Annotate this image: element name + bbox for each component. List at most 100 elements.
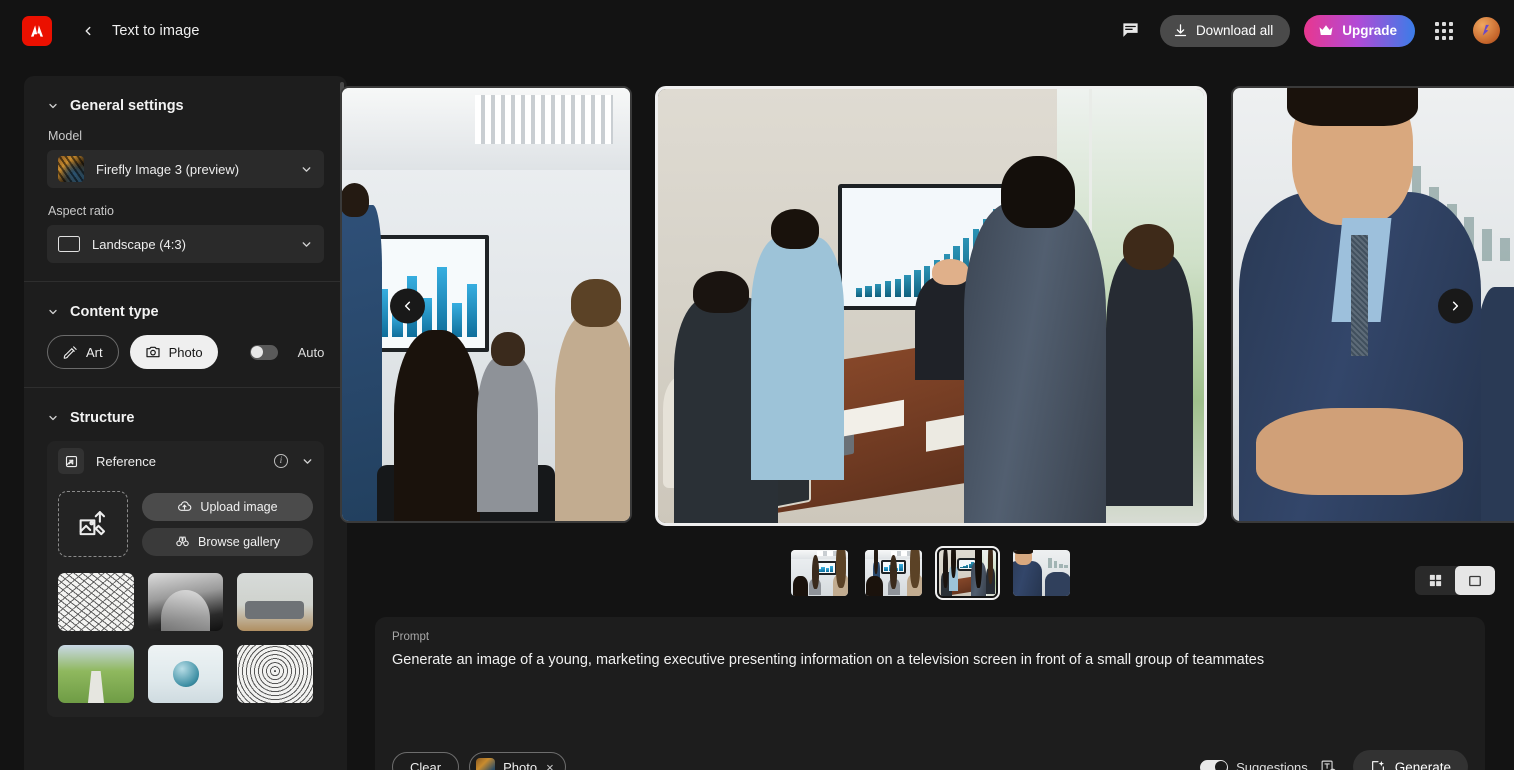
chevron-down-icon xyxy=(47,306,59,318)
brush-icon xyxy=(63,345,77,359)
text-check-icon[interactable] xyxy=(1320,759,1337,770)
reference-actions: i xyxy=(274,454,313,468)
upload-image-label: Upload image xyxy=(200,499,278,514)
reference-thumbnail-owl-line-art[interactable] xyxy=(237,645,313,703)
download-icon xyxy=(1174,24,1187,37)
chevron-down-icon xyxy=(47,100,59,112)
sidebar-scroll-area[interactable]: General settings Model Firefly Image 3 (… xyxy=(24,76,347,770)
reference-row[interactable]: Reference i xyxy=(47,441,324,481)
top-bar: Text to image Download all Upgrade xyxy=(0,0,1514,61)
carousel-previous-button[interactable] xyxy=(390,288,425,324)
info-icon[interactable]: i xyxy=(274,454,288,468)
prompt-actions: Clear Photo × Suggestions Generate xyxy=(392,750,1468,770)
clear-label: Clear xyxy=(410,759,442,770)
prompt-panel: Prompt Generate an image of a young, mar… xyxy=(375,617,1485,770)
content-type-header[interactable]: Content type xyxy=(47,304,324,320)
toggle-knob xyxy=(1214,761,1227,770)
top-bar-actions: Download all Upgrade xyxy=(1116,14,1500,47)
general-settings-section: General settings Model Firefly Image 3 (… xyxy=(24,76,347,281)
binoculars-icon xyxy=(176,536,189,547)
browse-gallery-label: Browse gallery xyxy=(198,534,280,549)
general-settings-title: General settings xyxy=(70,98,184,114)
single-view-button[interactable] xyxy=(1455,566,1495,595)
style-chip-photo[interactable]: Photo × xyxy=(469,752,566,770)
browse-gallery-button[interactable]: Browse gallery xyxy=(142,527,313,556)
reference-thumbnail-grayscale-mountain-landscape[interactable] xyxy=(147,573,224,631)
adobe-logo-icon[interactable] xyxy=(22,15,52,46)
model-label: Model xyxy=(48,129,83,143)
prompt-right-actions: Suggestions Generate xyxy=(1179,750,1468,770)
image-dropzone[interactable] xyxy=(58,491,128,557)
upload-image-icon xyxy=(79,510,106,535)
reference-thumbnail-teal-sphere[interactable] xyxy=(147,645,224,703)
grid-icon xyxy=(1429,574,1441,587)
back-chevron-icon[interactable] xyxy=(78,21,98,41)
content-type-art-label: Art xyxy=(86,344,103,360)
thumbnail-2[interactable] xyxy=(861,546,926,600)
page-title: Text to image xyxy=(112,22,200,39)
thumbnail-1[interactable] xyxy=(787,546,852,600)
clear-button[interactable]: Clear xyxy=(392,752,460,770)
content-type-art-button[interactable]: Art xyxy=(47,335,119,369)
content-type-title: Content type xyxy=(70,304,159,320)
content-type-controls: Art Photo Auto xyxy=(47,335,324,369)
chevron-down-icon xyxy=(300,238,313,251)
firefly-text-to-image-app: Text to image Download all Upgrade Gener… xyxy=(0,0,1514,770)
close-icon[interactable]: × xyxy=(546,760,554,770)
apps-grid-icon[interactable] xyxy=(1429,16,1459,46)
upload-image-button[interactable]: Upload image xyxy=(142,492,313,521)
chip-label: Photo xyxy=(503,759,538,770)
results-canvas: Prompt Generate an image of a young, mar… xyxy=(340,61,1514,770)
landscape-rectangle-icon xyxy=(58,236,80,252)
prompt-input[interactable]: Generate an image of a young, marketing … xyxy=(392,651,1468,671)
chevron-down-icon[interactable] xyxy=(301,455,313,467)
generate-button[interactable]: Generate xyxy=(1352,750,1468,770)
single-image-icon xyxy=(1469,575,1481,586)
auto-label: Auto xyxy=(297,344,325,360)
upgrade-button[interactable]: Upgrade xyxy=(1304,14,1415,47)
result-image-1[interactable] xyxy=(340,86,632,523)
toggle-knob xyxy=(251,346,264,358)
thumbnail-3[interactable] xyxy=(935,546,1000,600)
view-mode-toggle xyxy=(1415,566,1495,595)
image-carousel xyxy=(340,86,1514,526)
generated-image-presenter-with-audience xyxy=(342,88,630,521)
carousel-next-button[interactable] xyxy=(1438,288,1473,324)
auto-toggle[interactable] xyxy=(249,344,278,360)
suggestions-toggle[interactable] xyxy=(1200,759,1229,770)
user-avatar[interactable] xyxy=(1473,17,1500,44)
result-image-2[interactable] xyxy=(655,86,1207,526)
suggestions-label: Suggestions xyxy=(1236,759,1308,770)
reference-thumbnail-bird-line-art[interactable] xyxy=(58,573,134,631)
reference-thumbnail-grid xyxy=(47,571,324,717)
generate-sparkle-icon xyxy=(1371,761,1384,770)
generate-label: Generate xyxy=(1394,759,1451,770)
reference-card: Reference i Upload image Browse gallery xyxy=(47,441,324,717)
model-value: Firefly Image 3 (preview) xyxy=(96,161,240,177)
thumbnail-4[interactable] xyxy=(1009,546,1074,600)
settings-sidebar: General settings Model Firefly Image 3 (… xyxy=(24,76,347,770)
crown-icon xyxy=(1319,25,1333,36)
grid-view-button[interactable] xyxy=(1415,566,1455,595)
feedback-icon[interactable] xyxy=(1116,16,1146,46)
chevron-left-icon xyxy=(404,301,411,311)
image-reference-icon xyxy=(58,448,84,474)
chevron-down-icon xyxy=(47,412,59,424)
general-settings-header[interactable]: General settings xyxy=(47,98,324,114)
result-filmstrip xyxy=(347,546,1514,600)
chip-thumbnail-icon xyxy=(476,757,496,770)
chevron-right-icon xyxy=(1452,301,1459,311)
content-type-photo-button[interactable]: Photo xyxy=(129,335,218,369)
aspect-ratio-value: Landscape (4:3) xyxy=(92,236,186,252)
reference-thumbnail-living-room-interior[interactable] xyxy=(237,573,313,631)
download-all-button[interactable]: Download all xyxy=(1159,14,1291,47)
aspect-ratio-select[interactable]: Landscape (4:3) xyxy=(47,225,324,263)
upload-buttons: Upload image Browse gallery xyxy=(142,491,313,557)
model-thumbnail-icon xyxy=(58,156,84,182)
generated-image-team-presentation xyxy=(658,89,1204,523)
model-select[interactable]: Firefly Image 3 (preview) xyxy=(47,150,324,188)
reference-thumbnail-green-field-road[interactable] xyxy=(58,645,134,703)
structure-header[interactable]: Structure xyxy=(47,410,324,426)
upload-area: Upload image Browse gallery xyxy=(47,481,324,571)
content-type-photo-label: Photo xyxy=(168,344,203,360)
